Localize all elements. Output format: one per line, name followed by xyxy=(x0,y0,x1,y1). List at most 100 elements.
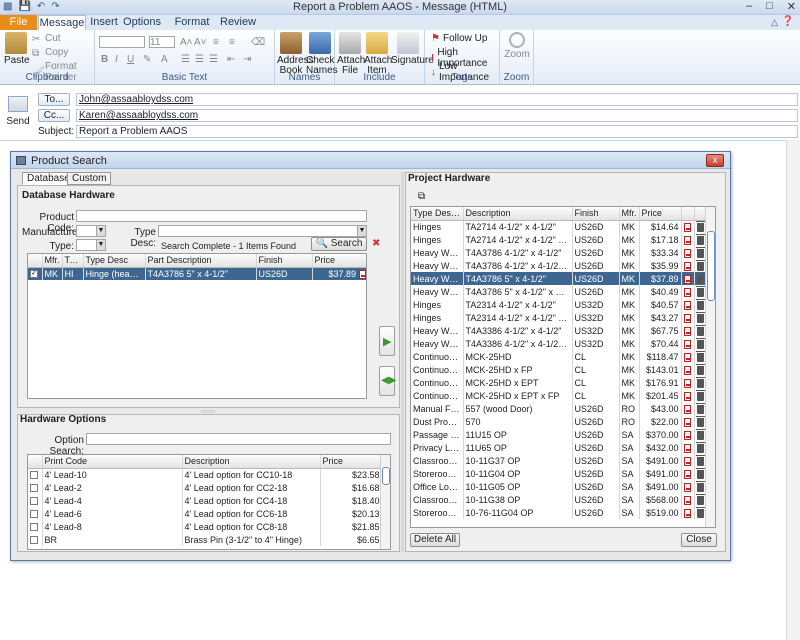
trash-icon[interactable] xyxy=(695,376,705,388)
col-finish[interactable]: Finish xyxy=(256,254,313,268)
send-button[interactable]: Send xyxy=(4,90,32,134)
trash-icon[interactable] xyxy=(695,298,705,310)
check-names-button[interactable]: Check Names xyxy=(306,32,338,76)
row-checkbox[interactable]: ✓ xyxy=(30,270,38,279)
trash-icon[interactable] xyxy=(695,272,705,284)
table-row[interactable]: Classroom S...10-11G38 OPUS26DSA$568.00 xyxy=(411,493,708,506)
cc-field[interactable]: Karen@assaabloydss.com xyxy=(76,109,798,122)
bold-icon[interactable]: B xyxy=(101,54,108,65)
pdf-icon[interactable] xyxy=(683,235,691,245)
trash-icon[interactable] xyxy=(695,454,705,466)
manufacturer-combo[interactable]: ▼ xyxy=(76,225,106,237)
grow-font-icon[interactable]: A˄ xyxy=(180,37,193,48)
table-row[interactable]: Storeroom L...10-11G04 OPUS26DSA$491.00 xyxy=(411,467,708,480)
col-description[interactable]: Description xyxy=(182,455,321,469)
table-row[interactable]: 4' Lead-6 4' Lead option for CC6-18 $20.13 xyxy=(28,507,383,520)
tab-custom[interactable]: Custom xyxy=(67,172,112,185)
table-row[interactable]: Heavy Weig...T4A3786 5" x 4-1/2" x NRPUS… xyxy=(411,285,708,298)
table-row[interactable]: Continuous ... MCK-25HD x EPT CL MK $176.91 xyxy=(411,376,708,389)
align-right-icon[interactable]: ☰ xyxy=(209,54,218,65)
table-row[interactable]: Dust Proof S...570US26DRO$22.00 xyxy=(411,415,708,428)
table-row[interactable]: Hinges TA2714 4-1/2" x 4-1/2" US26D MK $14.6… xyxy=(411,220,708,233)
col-part-description[interactable]: Part Description xyxy=(145,254,257,268)
dialog-close-button[interactable]: x xyxy=(706,154,724,167)
col-price[interactable]: Price xyxy=(312,254,366,268)
trash-icon[interactable] xyxy=(695,480,705,492)
table-row[interactable]: Heavy Weig...T4A3786 4-1/2" x 4-1/2"US26… xyxy=(411,246,708,259)
tab-format-text[interactable]: Format Text xyxy=(166,15,218,43)
col-proj-finish[interactable]: Finish xyxy=(572,207,620,221)
table-row[interactable]: Passage Lat...11U15 OPUS26DSA$370.00 xyxy=(411,428,708,441)
trash-icon[interactable] xyxy=(695,259,705,271)
pdf-icon[interactable] xyxy=(683,469,691,479)
trash-icon[interactable] xyxy=(695,402,705,414)
row-checkbox[interactable] xyxy=(30,497,38,506)
shrink-font-icon[interactable]: A˅ xyxy=(194,37,207,48)
table-row[interactable]: 4' Lead-10 4' Lead option for CC10-18 $23.… xyxy=(28,468,383,481)
trash-icon[interactable] xyxy=(695,441,705,453)
vertical-splitter[interactable] xyxy=(401,172,404,552)
trash-icon[interactable] xyxy=(695,363,705,375)
scroll-thumb[interactable] xyxy=(382,467,390,485)
pdf-icon[interactable] xyxy=(683,378,691,388)
help-icon[interactable]: ❓ xyxy=(782,16,794,27)
close-window-icon[interactable]: ✕ xyxy=(787,0,796,13)
pdf-icon[interactable] xyxy=(683,417,691,427)
col-proj-mfr[interactable]: Mfr. xyxy=(619,207,640,221)
table-row[interactable]: Classroom L...10-11G37 OPUS26DSA$491.00 xyxy=(411,454,708,467)
trash-icon[interactable] xyxy=(695,337,705,349)
add-to-project-button[interactable]: ▶ xyxy=(379,326,395,356)
clear-formatting-icon[interactable]: ⌫ xyxy=(251,37,265,48)
col-opt-check[interactable] xyxy=(28,455,43,469)
tab-review[interactable]: Review xyxy=(220,15,256,30)
col-type-descrip[interactable]: Type Descrip... xyxy=(411,207,464,221)
paste-button[interactable]: Paste xyxy=(4,32,30,66)
trash-icon[interactable] xyxy=(695,246,705,258)
to-field[interactable]: John@assaabloydss.com xyxy=(76,93,798,106)
pdf-icon[interactable] xyxy=(683,339,691,349)
col-proj-price[interactable]: Price xyxy=(639,207,682,221)
table-row[interactable]: ✓ MK HI Hinge (heavy w... T4A3786 5" x 4… xyxy=(28,267,366,280)
table-row[interactable]: Heavy Weig...T4A3386 4-1/2" x 4-1/2" x N… xyxy=(411,337,708,350)
pdf-icon[interactable] xyxy=(683,274,691,284)
cut-button[interactable]: ✂ Cut xyxy=(32,33,61,45)
subject-field[interactable]: Report a Problem AAOS xyxy=(76,125,798,138)
attach-file-button[interactable]: Attach File xyxy=(337,32,365,76)
row-checkbox[interactable] xyxy=(30,510,38,519)
pdf-icon[interactable] xyxy=(683,313,691,323)
trash-icon[interactable] xyxy=(695,506,705,518)
font-size-combo[interactable]: 11 xyxy=(149,36,175,48)
pdf-icon[interactable] xyxy=(683,222,691,232)
col-opt-price[interactable]: Price xyxy=(320,455,383,469)
pdf-icon[interactable] xyxy=(683,287,691,297)
highlight-icon[interactable]: ✎ xyxy=(143,54,151,65)
pdf-icon[interactable] xyxy=(683,365,691,375)
table-row[interactable]: 4' Lead-2 4' Lead option for CC2-18 $16.68 xyxy=(28,481,383,494)
trash-icon[interactable] xyxy=(695,467,705,479)
trash-icon[interactable] xyxy=(695,428,705,440)
trash-icon[interactable] xyxy=(695,220,705,232)
table-row[interactable]: Privacy Lockset11U65 OPUS26DSA$432.00 xyxy=(411,441,708,454)
pdf-icon[interactable] xyxy=(683,443,691,453)
pdf-icon[interactable] xyxy=(358,269,366,279)
type-desc-combo[interactable]: ▼ xyxy=(158,225,367,237)
follow-up-button[interactable]: ⚑ Follow Up xyxy=(431,33,487,44)
signature-button[interactable]: Signature xyxy=(391,32,434,66)
col-type-desc[interactable]: Type Desc xyxy=(83,254,146,268)
table-row[interactable]: BR Brass Pin (3-1/2" to 4" Hinge) $6.65 xyxy=(28,533,383,546)
trash-icon[interactable] xyxy=(695,285,705,297)
copy-button[interactable]: ⧉ Copy xyxy=(32,47,68,59)
minimize-ribbon-icon[interactable]: △ xyxy=(771,17,778,28)
tab-message[interactable]: Message xyxy=(38,15,86,30)
trash-icon[interactable] xyxy=(695,415,705,427)
tab-options[interactable]: Options xyxy=(122,15,162,30)
clear-search-icon[interactable]: ✖ xyxy=(372,238,380,249)
pdf-icon[interactable] xyxy=(683,508,691,518)
pdf-icon[interactable] xyxy=(683,482,691,492)
scroll-thumb[interactable] xyxy=(707,231,715,301)
zoom-button[interactable]: Zoom xyxy=(503,32,531,60)
table-row[interactable]: Continuous ... MCK-25HD x FP CL MK $143.01 xyxy=(411,363,708,376)
row-checkbox[interactable] xyxy=(30,536,38,545)
pdf-icon[interactable] xyxy=(683,430,691,440)
trash-icon[interactable] xyxy=(695,389,705,401)
